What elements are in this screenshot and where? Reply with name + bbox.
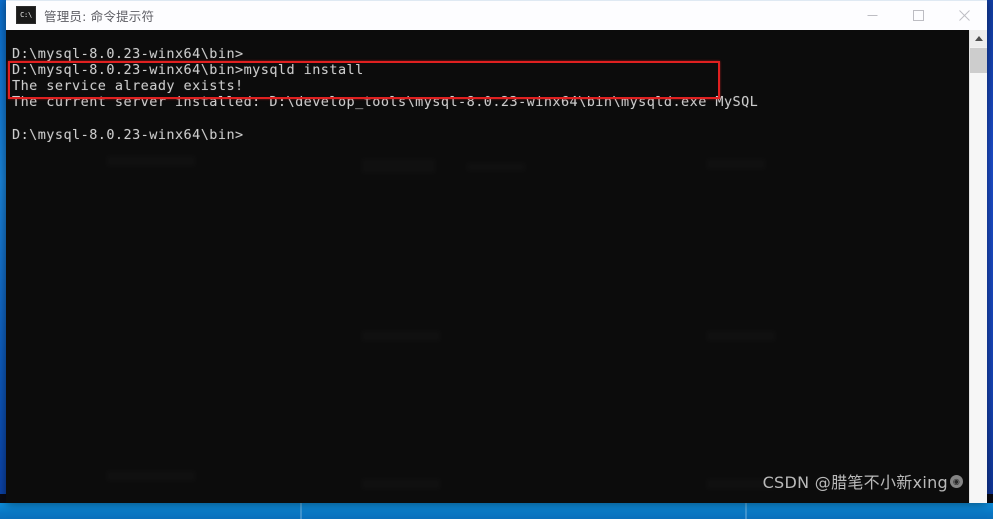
noise-artifact <box>106 470 196 482</box>
noise-artifact <box>706 330 776 342</box>
maximize-button[interactable] <box>895 0 941 30</box>
noise-artifact <box>706 158 766 170</box>
minimize-button[interactable] <box>849 0 895 30</box>
vertical-scrollbar[interactable] <box>969 30 987 503</box>
scrollbar-thumb[interactable] <box>970 48 987 73</box>
window-controls <box>849 0 987 30</box>
scroll-up-button[interactable] <box>970 30 987 47</box>
noise-artifact <box>361 330 441 342</box>
window-titlebar[interactable]: C:\ 管理员: 命令提示符 <box>6 0 987 31</box>
cmd-icon: C:\ <box>16 6 36 24</box>
chevron-up-icon <box>974 36 983 41</box>
cmd-icon-label: C:\ <box>20 10 32 19</box>
noise-artifact <box>466 162 526 172</box>
close-button[interactable] <box>941 0 987 30</box>
taskbar-divider <box>300 503 302 519</box>
csdn-watermark-badge-icon: ◉ <box>950 474 963 488</box>
command-prompt-window: C:\ 管理员: 命令提示符 D:\mysql-8.0.23-winx64\bi… <box>6 0 987 503</box>
console-output-area[interactable]: D:\mysql-8.0.23-winx64\bin> D:\mysql-8.0… <box>6 30 987 503</box>
noise-artifact <box>361 478 441 490</box>
noise-artifact <box>361 158 436 174</box>
taskbar-divider <box>745 503 747 519</box>
csdn-watermark: CSDN @腊笔不小新xing ◉ <box>763 469 963 493</box>
scrollbar-track[interactable] <box>970 73 987 503</box>
csdn-watermark-text: CSDN @腊笔不小新xing <box>762 473 948 492</box>
taskbar[interactable] <box>0 503 993 519</box>
titlebar-top-highlight <box>6 0 987 1</box>
noise-artifact <box>106 155 196 167</box>
console-text: D:\mysql-8.0.23-winx64\bin> D:\mysql-8.0… <box>12 45 759 143</box>
window-title: 管理员: 命令提示符 <box>44 8 155 24</box>
